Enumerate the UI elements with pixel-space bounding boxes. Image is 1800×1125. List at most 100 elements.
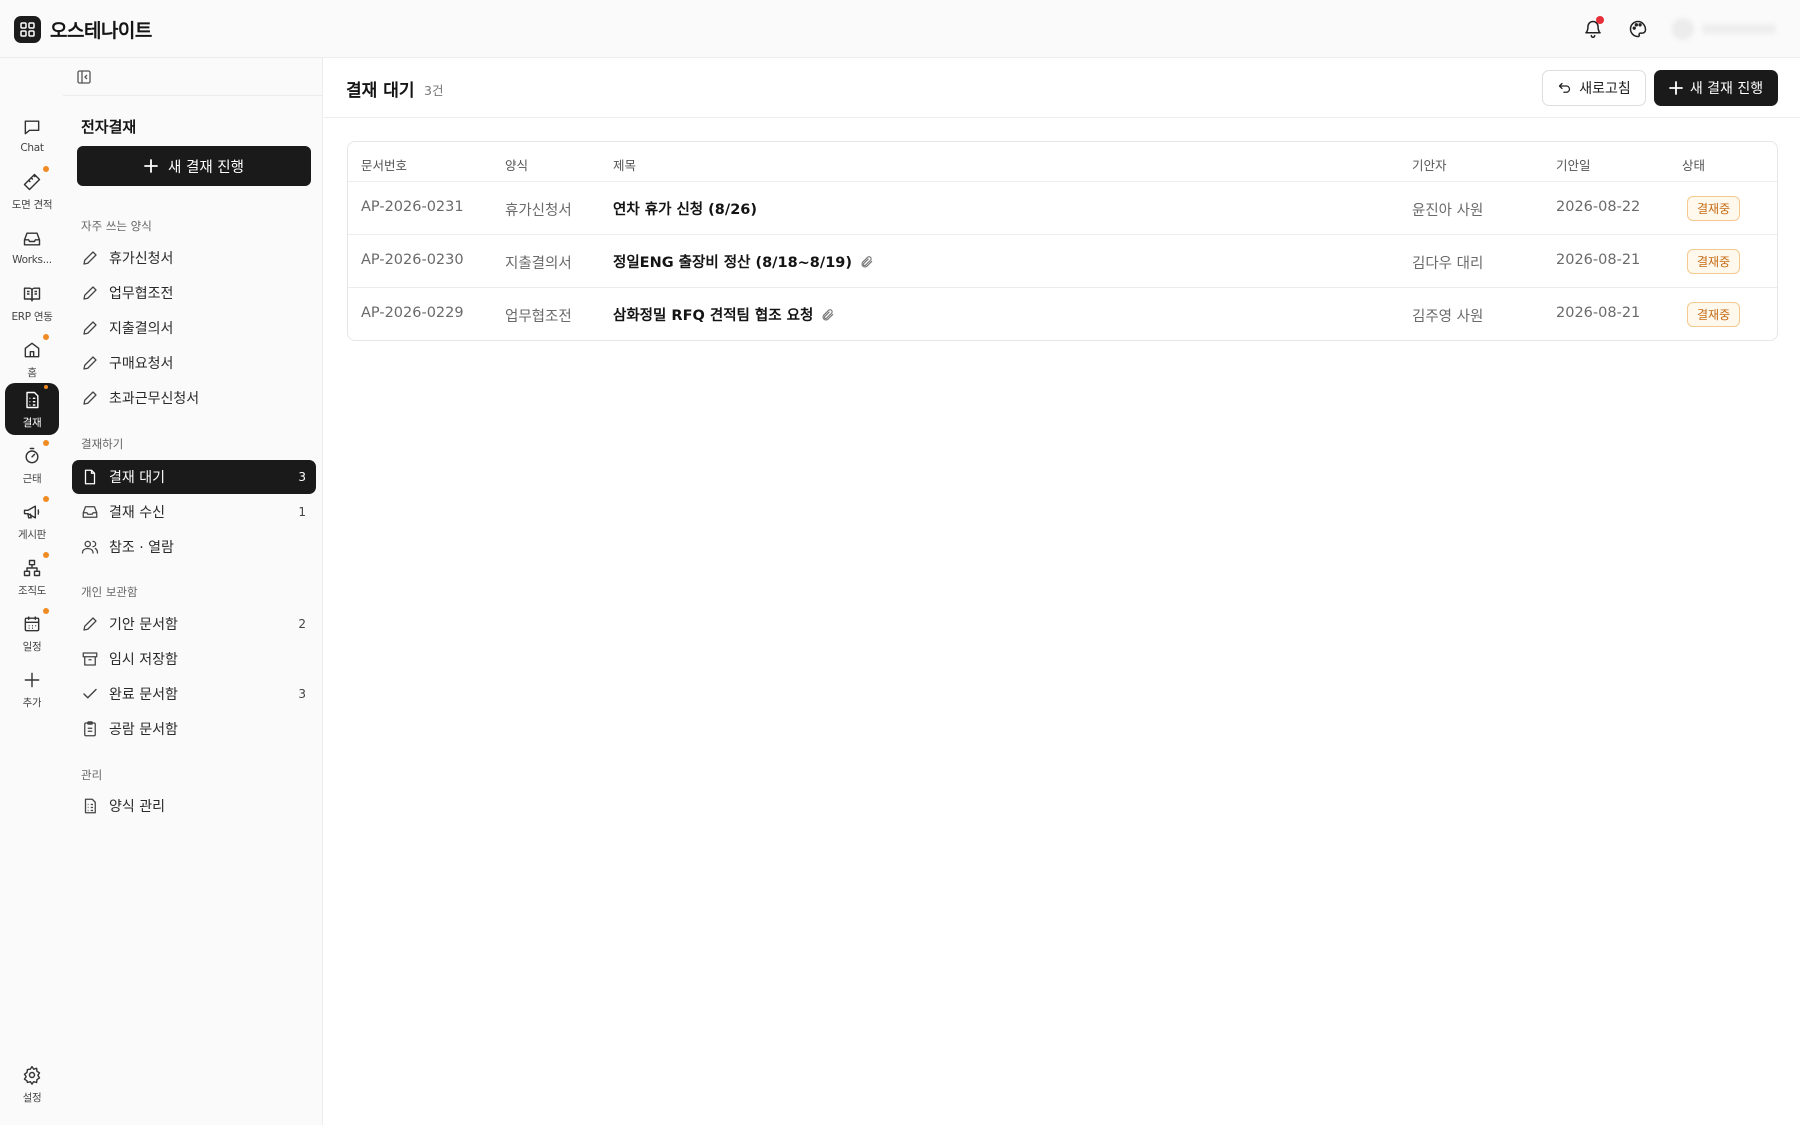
plus-icon xyxy=(144,159,158,173)
file-icon xyxy=(81,468,99,486)
section-manage: 관리 xyxy=(81,768,103,782)
doc-title[interactable]: 정일ENG 출장비 정산 (8/18~8/19) xyxy=(613,251,874,272)
sidebar-title: 전자결재 xyxy=(81,118,137,136)
rail-label: 설정 xyxy=(22,1091,42,1104)
clipboard-icon xyxy=(81,720,99,738)
chat-icon xyxy=(21,116,43,138)
table-row[interactable]: AP-2026-0229 업무협조전 삼화정밀 RFQ 견적팀 협조 요청 김주… xyxy=(348,288,1777,340)
doc-title[interactable]: 삼화정밀 RFQ 견적팀 협조 요청 xyxy=(613,304,835,325)
sidebar-item-pending-approval[interactable]: 결재 대기 3 xyxy=(72,460,316,494)
pencil-icon xyxy=(81,615,99,633)
pencil-icon xyxy=(81,389,99,407)
rail-label: 조직도 xyxy=(17,584,47,597)
rail-label: 추가 xyxy=(22,696,42,709)
form-type: 업무협조전 xyxy=(505,309,572,325)
ruler-icon xyxy=(21,165,49,193)
draft-date: 2026-08-21 xyxy=(1556,252,1641,268)
sidebar-item-purchase-form[interactable]: 구매요청서 xyxy=(72,346,316,380)
sidebar-collapse-row xyxy=(63,58,323,96)
sidebar-item-temporary[interactable]: 임시 저장함 xyxy=(72,642,316,676)
sidebar-item-shared[interactable]: 공람 문서함 xyxy=(72,712,316,746)
table-row[interactable]: AP-2026-0230 지출결의서 정일ENG 출장비 정산 (8/18~8/… xyxy=(348,235,1777,288)
icon-rail: Chat 도면 견적 Works... ERP 연동 홈 결재 근태 게시판 조… xyxy=(0,58,63,1125)
sidebar-item-label: 업무협조전 xyxy=(109,286,174,302)
column-title[interactable]: 제목 xyxy=(613,155,636,174)
archive-icon xyxy=(81,650,99,668)
doc-number: AP-2026-0230 xyxy=(361,252,464,268)
column-form[interactable]: 양식 xyxy=(505,155,528,174)
column-doc-no[interactable]: 문서번호 xyxy=(361,155,407,174)
sidebar-item-overtime-form[interactable]: 초과근무신청서 xyxy=(72,381,316,415)
rail-item-add[interactable]: 추가 xyxy=(5,663,59,715)
approval-sidebar: 전자결재 새 결재 진행 자주 쓰는 양식 휴가신청서 업무협조전 지출결의서 … xyxy=(63,58,323,1125)
rail-item-approval[interactable]: 결재 xyxy=(5,383,59,435)
rail-dot xyxy=(43,495,49,502)
sidebar-item-count: 1 xyxy=(298,505,306,519)
rail-item-settings[interactable]: 설정 xyxy=(5,1058,59,1110)
sidebar-collapse-button[interactable] xyxy=(75,68,93,86)
new-approval-sidebar-button[interactable]: 새 결재 진행 xyxy=(77,146,311,186)
sidebar-item-expense-form[interactable]: 지출결의서 xyxy=(72,311,316,345)
check-icon xyxy=(81,685,99,703)
sidebar-item-cooperation-form[interactable]: 업무협조전 xyxy=(72,276,316,310)
drafter: 윤진아 사원 xyxy=(1412,203,1484,219)
table-row[interactable]: AP-2026-0231 휴가신청서 연차 휴가 신청 (8/26) 윤진아 사… xyxy=(348,182,1777,235)
column-status[interactable]: 상태 xyxy=(1682,155,1705,174)
sidebar-item-drafts[interactable]: 기안 문서함 2 xyxy=(72,607,316,641)
user-menu[interactable] xyxy=(1672,17,1782,41)
doc-number: AP-2026-0229 xyxy=(361,305,464,321)
sidebar-item-completed[interactable]: 완료 문서함 3 xyxy=(72,677,316,711)
doc-number: AP-2026-0231 xyxy=(361,199,464,215)
user-name-blurred xyxy=(1702,24,1776,34)
rail-dot xyxy=(43,165,49,172)
calendar-icon xyxy=(21,607,49,635)
column-date[interactable]: 기안일 xyxy=(1556,155,1591,174)
sidebar-item-reference[interactable]: 참조 · 열람 xyxy=(72,530,316,564)
pencil-icon xyxy=(81,284,99,302)
doc-title-text: 정일ENG 출장비 정산 (8/18~8/19) xyxy=(613,255,852,271)
megaphone-icon xyxy=(21,495,49,523)
rail-label: 근태 xyxy=(22,472,42,485)
drafter: 김주영 사원 xyxy=(1412,309,1484,325)
sidebar-item-received-approval[interactable]: 결재 수신 1 xyxy=(72,495,316,529)
status-badge: 결재중 xyxy=(1687,302,1741,327)
rail-label: Works... xyxy=(12,254,52,266)
new-approval-label: 새 결재 진행 xyxy=(1689,81,1764,97)
rail-dot xyxy=(43,333,49,340)
home-icon xyxy=(21,333,49,361)
sidebar-item-label: 기안 문서함 xyxy=(109,617,178,633)
draft-date: 2026-08-22 xyxy=(1556,199,1641,215)
rail-label: 일정 xyxy=(22,640,42,653)
sidebar-item-label: 초과근무신청서 xyxy=(109,391,200,407)
rail-item-drawing-quote[interactable]: 도면 견적 xyxy=(5,165,59,217)
plus-icon xyxy=(1668,81,1683,95)
rail-item-board[interactable]: 게시판 xyxy=(5,495,59,547)
sidebar-item-vacation-form[interactable]: 휴가신청서 xyxy=(72,241,316,275)
rail-item-home[interactable]: 홈 xyxy=(5,333,59,385)
sidebar-item-label: 결재 수신 xyxy=(109,505,165,521)
draft-date: 2026-08-21 xyxy=(1556,305,1641,321)
rail-item-org-chart[interactable]: 조직도 xyxy=(5,551,59,603)
sidebar-item-label: 양식 관리 xyxy=(109,799,165,815)
rail-item-chat[interactable]: Chat xyxy=(5,109,59,161)
notification-button[interactable] xyxy=(1581,16,1605,41)
users-icon xyxy=(81,538,99,556)
document-icon xyxy=(21,383,49,411)
rail-item-attendance[interactable]: 근태 xyxy=(5,439,59,491)
refresh-button[interactable]: 새로고침 xyxy=(1542,70,1646,106)
rail-item-schedule[interactable]: 일정 xyxy=(5,607,59,659)
rail-item-erp[interactable]: ERP 연동 xyxy=(5,277,59,329)
app-logo[interactable] xyxy=(14,16,41,43)
timer-icon xyxy=(21,439,49,467)
column-drafter[interactable]: 기안자 xyxy=(1412,155,1447,174)
rail-item-workspace[interactable]: Works... xyxy=(5,221,59,273)
doc-title-text: 연차 휴가 신청 (8/26) xyxy=(613,202,758,218)
new-approval-button[interactable]: 새 결재 진행 xyxy=(1654,70,1778,106)
table-header: 문서번호 양식 제목 기안자 기안일 상태 xyxy=(348,142,1777,182)
sidebar-item-form-management[interactable]: 양식 관리 xyxy=(72,789,316,823)
theme-button[interactable] xyxy=(1626,17,1650,41)
grid-icon xyxy=(20,22,35,37)
rail-label: Chat xyxy=(20,142,44,154)
doc-title[interactable]: 연차 휴가 신청 (8/26) xyxy=(613,198,757,219)
paperclip-icon xyxy=(822,308,834,320)
